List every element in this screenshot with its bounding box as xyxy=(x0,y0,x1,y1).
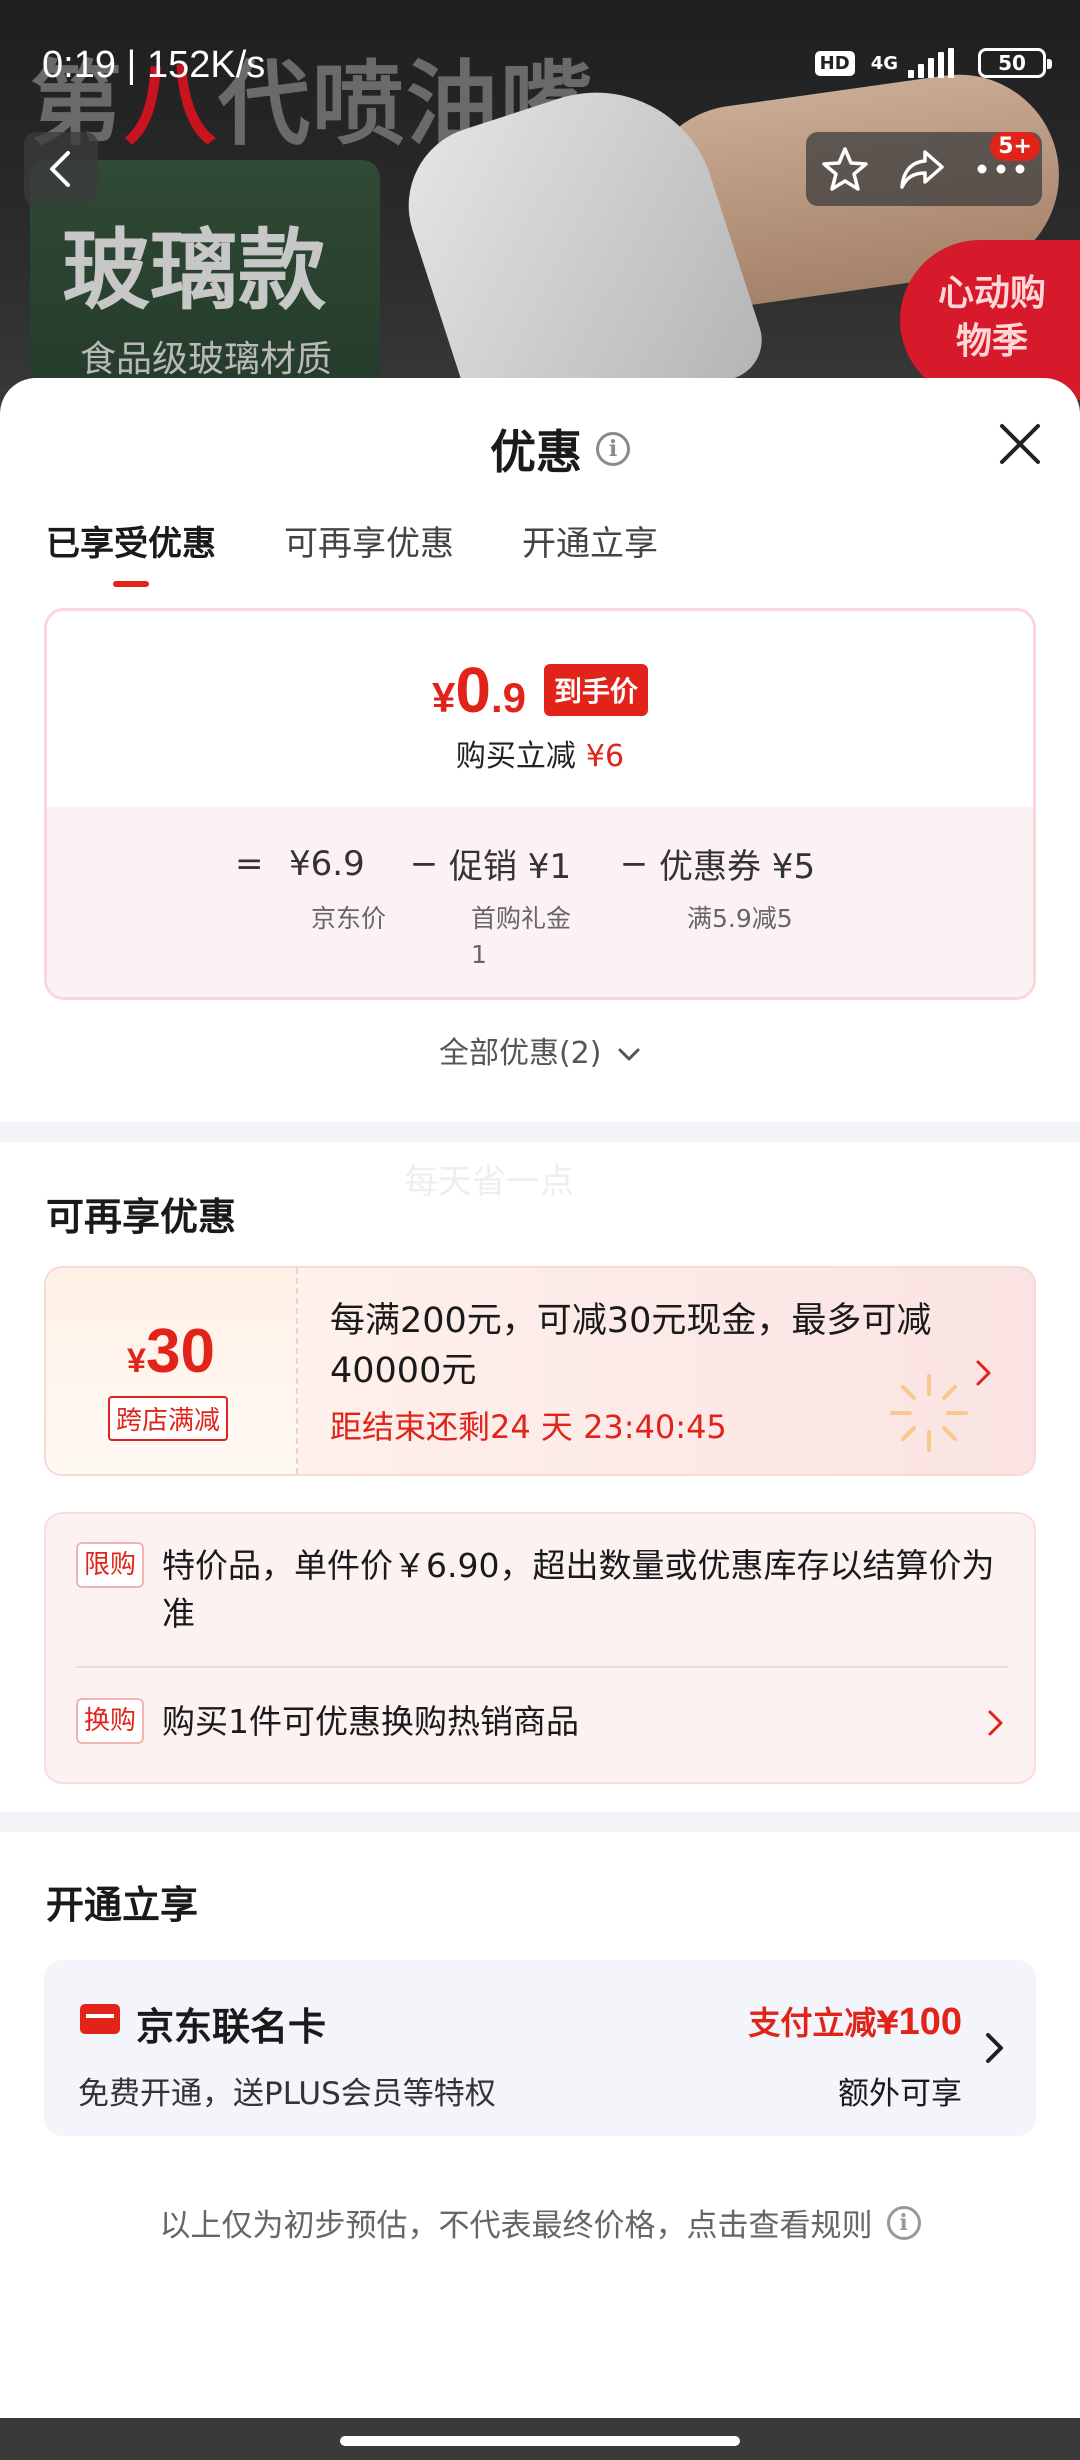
calc-row: = ¥6.9 − 促销 ¥1 − 优惠券 ¥5 xyxy=(235,839,816,888)
final-price-area: ¥0.9 到手价 购买立减 ¥6 xyxy=(47,611,1033,807)
limit-tag: 限购 xyxy=(76,1542,145,1588)
status-time: 0:19 | 152K/s xyxy=(42,44,266,86)
offers-sheet: 优惠 i 已享受优惠 可再享优惠 开通立享 ¥0.9 到手价 购买立减 ¥6 = … xyxy=(0,378,1080,2418)
original-price: ¥6.9 xyxy=(289,843,365,884)
chevron-down-icon xyxy=(618,1048,640,1060)
limit-text: 特价品，单件价￥6.90，超出数量或优惠库存以结算价为准 xyxy=(162,1546,995,1633)
coupon-countdown: 距结束还剩24 天 23:40:45 xyxy=(330,1408,727,1446)
share-icon[interactable] xyxy=(897,144,947,194)
star-icon[interactable] xyxy=(820,144,870,194)
sheet-title: 优惠 xyxy=(490,425,582,479)
tab-enjoyed[interactable]: 已享受优惠 xyxy=(46,516,216,585)
price-breakdown-card: ¥0.9 到手价 购买立减 ¥6 = ¥6.9 − 促销 ¥1 − 优惠券 ¥5 … xyxy=(44,608,1036,1000)
chevron-right-icon xyxy=(988,1710,1003,1736)
coupon-condition: 满5.9减5 xyxy=(687,904,793,933)
limit-row-restriction: 限购 特价品，单件价￥6.90，超出数量或优惠库存以结算价为准 xyxy=(76,1542,1008,1638)
final-price: ¥0.9 xyxy=(432,654,526,726)
promo-badge[interactable]: 心动购物季 xyxy=(900,240,1080,400)
rules-footnote[interactable]: 以上仅为初步预估，不代表最终价格，点击查看规则 i xyxy=(0,2200,1080,2245)
chevron-right-icon xyxy=(986,2033,1003,2063)
info-icon: i xyxy=(886,2205,921,2240)
original-price-label: 京东价 xyxy=(311,904,387,933)
final-price-tag: 到手价 xyxy=(543,664,648,716)
all-offers-toggle[interactable]: 全部优惠(2) xyxy=(0,1028,1080,1072)
tab-open[interactable]: 开通立享 xyxy=(522,516,658,585)
hd-icon: HD xyxy=(814,50,855,76)
home-indicator[interactable] xyxy=(340,2436,740,2446)
glass-subtitle: 食品级玻璃材质 xyxy=(80,339,333,380)
cross-store-coupon[interactable]: ¥30 跨店满减 每满200元，可减30元现金，最多可减40000元 距结束还剩… xyxy=(44,1266,1036,1476)
sheet-header: 优惠 i xyxy=(0,378,1080,498)
sheet-title-group: 优惠 i xyxy=(490,416,630,482)
limit-row-exchange[interactable]: 换购 购买1件可优惠换购热销商品 xyxy=(76,1698,1008,1746)
coupon-description: 每满200元，可减30元现金，最多可减40000元 xyxy=(330,1301,932,1391)
chevron-right-icon xyxy=(976,1360,991,1386)
section-title-open: 开通立享 xyxy=(46,1883,199,1927)
signal-icon xyxy=(908,48,954,78)
section-divider xyxy=(0,1122,1080,1142)
section-title-more: 可再享优惠 xyxy=(46,1195,237,1239)
coupon-value: ¥30 xyxy=(127,1317,215,1386)
final-price-line: ¥0.9 到手价 xyxy=(47,653,1033,727)
card-subtitle: 免费开通，送PLUS会员等特权 xyxy=(78,2076,496,2112)
tab-more[interactable]: 可再享优惠 xyxy=(284,516,454,585)
co-branded-card-offer[interactable]: 京东联名卡 免费开通，送PLUS会员等特权 支付立减¥100 额外可享 xyxy=(44,1960,1036,2136)
glass-title: 玻璃款 xyxy=(62,219,327,322)
footnote-text: 以上仅为初步预估，不代表最终价格，点击查看规则 xyxy=(159,2208,873,2244)
network-label: 4G xyxy=(870,52,898,74)
exchange-tag: 换购 xyxy=(76,1698,145,1744)
exchange-text: 购买1件可优惠换购热销商品 xyxy=(162,1702,580,1741)
discount-line: 购买立减 ¥6 xyxy=(455,739,625,774)
watermark: 每天省一点 xyxy=(404,1162,574,1202)
card-benefit-note: 额外可享 xyxy=(838,2076,962,2112)
purchase-limits: 限购 特价品，单件价￥6.90，超出数量或优惠库存以结算价为准 换购 购买1件可… xyxy=(44,1512,1036,1784)
minus-sign: − xyxy=(409,843,439,884)
message-badge: 5+ xyxy=(990,132,1040,161)
close-icon[interactable] xyxy=(996,420,1044,468)
coupon-value-panel: ¥30 跨店满减 xyxy=(46,1268,298,1474)
minus-sign-2: − xyxy=(619,843,649,884)
card-icon xyxy=(80,2004,120,2034)
offer-tabs: 已享受优惠 可再享优惠 开通立享 xyxy=(46,516,658,585)
promo-amount: 促销 ¥1 xyxy=(449,847,572,887)
section-divider-2 xyxy=(0,1812,1080,1832)
card-name: 京东联名卡 xyxy=(136,2005,327,2049)
back-button[interactable] xyxy=(24,132,98,206)
more-icon[interactable] xyxy=(974,159,1028,179)
card-benefit: 支付立减¥100 xyxy=(748,2001,962,2043)
info-icon[interactable]: i xyxy=(596,432,630,466)
status-icons: HD 4G 50 xyxy=(814,48,1052,78)
price-calculation: = ¥6.9 − 促销 ¥1 − 优惠券 ¥5 京东价 首购礼金 1 满5.9减… xyxy=(47,807,1033,997)
equals-sign: = xyxy=(235,843,264,884)
coupon-type-badge: 跨店满减 xyxy=(108,1396,229,1441)
promo-label: 首购礼金 1 xyxy=(471,904,572,969)
back-icon xyxy=(50,151,70,187)
battery-icon: 50 xyxy=(978,48,1052,78)
status-bar: 0:19 | 152K/s HD 4G 50 xyxy=(0,0,1080,130)
coupon-amount: 优惠券 ¥5 xyxy=(659,847,816,887)
limit-divider xyxy=(76,1666,1008,1668)
